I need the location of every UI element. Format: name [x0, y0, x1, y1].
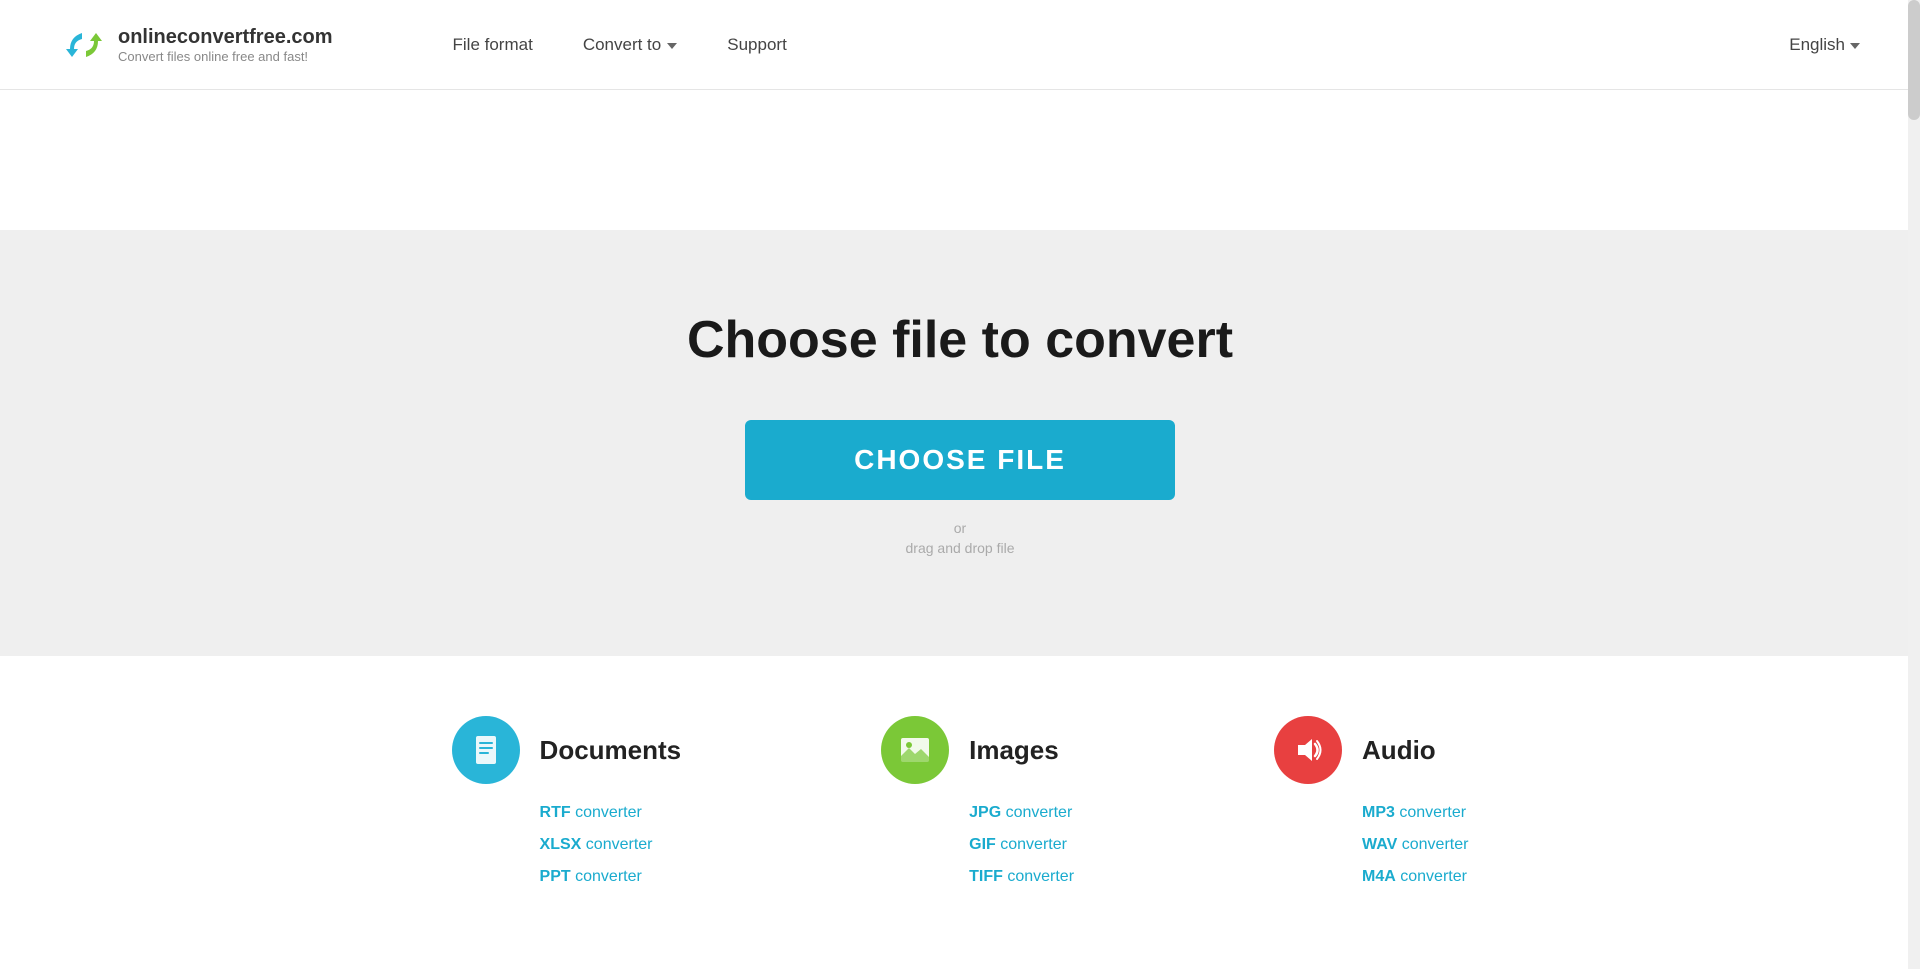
category-images: Images JPG converter GIF converter TIFF …	[881, 716, 1074, 886]
logo-text: onlineconvertfree.com Convert files onli…	[118, 26, 333, 64]
language-chevron-icon	[1850, 43, 1860, 49]
convert-to-chevron-icon	[667, 43, 677, 49]
rtf-converter-link[interactable]: RTF converter	[540, 804, 653, 822]
category-audio: Audio MP3 converter WAV converter M4A co…	[1274, 716, 1468, 886]
category-documents-header: Documents	[452, 716, 682, 784]
main-title: Choose file to convert	[687, 310, 1233, 370]
tiff-converter-link[interactable]: TIFF converter	[969, 868, 1074, 886]
documents-title: Documents	[540, 735, 682, 766]
audio-icon	[1274, 716, 1342, 784]
header: onlineconvertfree.com Convert files onli…	[0, 0, 1920, 90]
audio-title: Audio	[1362, 735, 1436, 766]
logo-icon	[60, 21, 108, 69]
images-title: Images	[969, 735, 1059, 766]
ppt-converter-link[interactable]: PPT converter	[540, 868, 653, 886]
audio-svg-icon	[1290, 732, 1326, 768]
choose-file-button[interactable]: CHOOSE FILE	[745, 420, 1175, 500]
hero-white-area	[0, 90, 1920, 230]
docs-svg-icon	[468, 732, 504, 768]
jpg-converter-link[interactable]: JPG converter	[969, 804, 1074, 822]
category-images-header: Images	[881, 716, 1059, 784]
images-links: JPG converter GIF converter TIFF convert…	[881, 804, 1074, 886]
audio-links: MP3 converter WAV converter M4A converte…	[1274, 804, 1468, 886]
logo-name: onlineconvertfree.com	[118, 26, 333, 49]
drag-drop-text: drag and drop file	[906, 540, 1015, 556]
nav-file-format[interactable]: File format	[453, 35, 533, 55]
main-nav: File format Convert to Support	[453, 35, 787, 55]
images-svg-icon	[897, 732, 933, 768]
nav-convert-to[interactable]: Convert to	[583, 35, 677, 55]
m4a-converter-link[interactable]: M4A converter	[1362, 868, 1468, 886]
main-area: Choose file to convert CHOOSE FILE or dr…	[0, 230, 1920, 656]
images-icon	[881, 716, 949, 784]
documents-icon	[452, 716, 520, 784]
xlsx-converter-link[interactable]: XLSX converter	[540, 836, 653, 854]
scrollbar[interactable]	[1908, 0, 1920, 969]
gif-converter-link[interactable]: GIF converter	[969, 836, 1074, 854]
category-documents: Documents RTF converter XLSX converter P…	[452, 716, 682, 886]
nav-support[interactable]: Support	[727, 35, 787, 55]
header-right: English	[1789, 35, 1860, 55]
or-text: or	[954, 520, 966, 536]
bottom-section: Documents RTF converter XLSX converter P…	[0, 656, 1920, 926]
language-selector[interactable]: English	[1789, 35, 1860, 55]
logo-tagline: Convert files online free and fast!	[118, 49, 333, 64]
mp3-converter-link[interactable]: MP3 converter	[1362, 804, 1468, 822]
documents-links: RTF converter XLSX converter PPT convert…	[452, 804, 653, 886]
logo-link[interactable]: onlineconvertfree.com Convert files onli…	[60, 21, 333, 69]
category-audio-header: Audio	[1274, 716, 1436, 784]
scrollbar-thumb[interactable]	[1908, 0, 1920, 120]
wav-converter-link[interactable]: WAV converter	[1362, 836, 1468, 854]
